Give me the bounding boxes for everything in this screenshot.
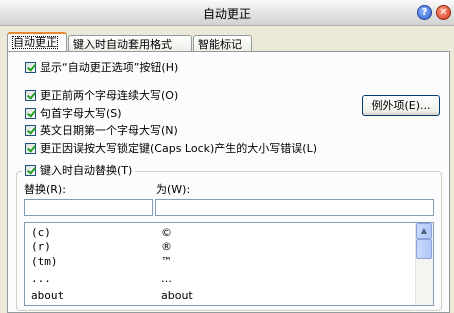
exceptions-button[interactable]: 例外项(E)... xyxy=(362,95,440,116)
capitalize-days-option[interactable]: 英文日期第一个字母大写(N) xyxy=(25,123,178,138)
checkbox-checked[interactable] xyxy=(25,62,36,73)
list-item[interactable]: (tm) ™ xyxy=(29,253,414,271)
scrollbar-thumb[interactable] xyxy=(416,239,432,259)
option-label: 更正前两个字母连续大写(O) xyxy=(40,89,179,102)
autocorrect-entries-list[interactable]: (c) © (r) ® (tm) ™ ... … about about ▲ xyxy=(24,222,434,306)
option-label: 键入时自动替换(T) xyxy=(40,164,133,177)
with-input[interactable] xyxy=(155,199,434,216)
entry-replace: (tm) xyxy=(31,255,58,268)
checkbox-checked[interactable] xyxy=(25,90,36,101)
title-bar: 自动更正 ? ✕ xyxy=(0,0,454,26)
replace-input[interactable] xyxy=(24,199,153,216)
entry-with: ™ xyxy=(161,255,172,268)
help-button[interactable]: ? xyxy=(417,5,432,20)
two-initial-caps-option[interactable]: 更正前两个字母连续大写(O) xyxy=(25,88,178,103)
show-buttons-option[interactable]: 显示“自动更正选项”按钮(H) xyxy=(25,60,178,75)
capitalize-sentences-option[interactable]: 句首字母大写(S) xyxy=(25,106,122,121)
tab-label: 自动更正 xyxy=(12,36,58,49)
replace-label: 替换(R): xyxy=(24,183,66,196)
scroll-up-button[interactable]: ▲ xyxy=(416,223,432,239)
help-icon: ? xyxy=(421,7,428,18)
with-label: 为(W): xyxy=(156,183,191,196)
list-item[interactable]: about about xyxy=(29,287,414,305)
chevron-up-icon: ▲ xyxy=(420,226,428,235)
option-label: 更正因误按大写锁定键(Caps Lock)产生的大小写错误(L) xyxy=(40,142,318,155)
close-button[interactable]: ✕ xyxy=(436,5,451,20)
option-label: 显示“自动更正选项”按钮(H) xyxy=(40,61,179,74)
entry-with: … xyxy=(161,272,172,285)
close-icon: ✕ xyxy=(439,7,448,18)
entry-replace: ... xyxy=(31,272,51,285)
checkbox-checked[interactable] xyxy=(25,125,36,136)
tab-label: 键入时自动套用格式 xyxy=(73,38,172,51)
entry-replace: about xyxy=(31,289,65,302)
entry-with: about xyxy=(161,289,193,302)
window-title: 自动更正 xyxy=(202,7,251,21)
tab-autocorrect[interactable]: 自动更正 xyxy=(7,32,67,52)
checkbox-checked[interactable] xyxy=(25,108,36,119)
caps-lock-option[interactable]: 更正因误按大写锁定键(Caps Lock)产生的大小写错误(L) xyxy=(25,141,317,156)
vertical-scrollbar[interactable]: ▲ xyxy=(415,223,433,305)
list-item[interactable]: ... … xyxy=(29,270,414,288)
option-label: 英文日期第一个字母大写(N) xyxy=(40,124,178,137)
checkbox-checked[interactable] xyxy=(25,143,36,154)
option-label: 句首字母大写(S) xyxy=(40,107,122,120)
checkbox-checked[interactable] xyxy=(25,165,36,176)
tab-label: 智能标记 xyxy=(198,38,242,51)
replace-as-you-type-option[interactable]: 键入时自动替换(T) xyxy=(22,163,136,178)
